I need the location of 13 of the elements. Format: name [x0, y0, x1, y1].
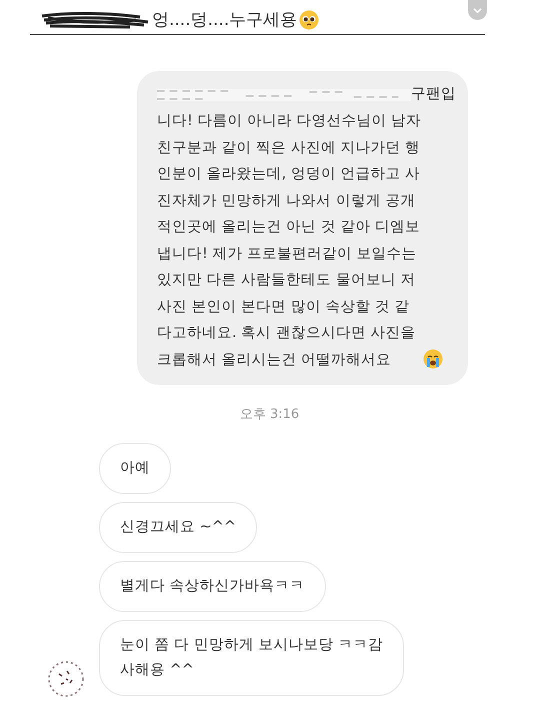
- received-message-bubble: 신경끄세요 ~^^: [99, 502, 258, 553]
- chevron-down-icon: [473, 8, 482, 12]
- avatar-icon: [47, 660, 85, 698]
- caption-text: 엉....덩....누구세용: [152, 9, 298, 31]
- scroll-down-button[interactable]: [468, 0, 487, 20]
- received-message-bubble: 별게다 속상하신가바욕ㅋㅋ: [99, 561, 326, 612]
- received-message-bubble: 눈이 쫌 다 민망하게 보시나보당 ㅋㅋ감 사해용 ^^: [99, 620, 404, 696]
- pleading-face-icon: [299, 10, 320, 30]
- message-text: 니다! 다름이 아니라 다영선수님이 남자 친구분과 같이 찍은 사진에 지나가던 행 인분이 올라왔는데, 엉덩이 언급하고 사 진자체가 민망하게 나와서 이렇게 공개 적인곳에 올리는건 아닌 것 같아 디엠보 냅니다! 제가 프로불편러같이 보일수는 있지만 다른 사람들한테도 물어보니 저 사진 본인이 본다면 많이 속상할 것 같 다고하네요. 혹시 괜찮으시다면 사진을 크롭해서 올리시는건 어떨까해서요: [157, 112, 422, 370]
- timestamp: 오후 3:16: [238, 406, 300, 423]
- received-message-bubble: 아예: [99, 443, 171, 494]
- message-text: 구팬입: [411, 85, 456, 104]
- crying-face-icon: [423, 349, 444, 369]
